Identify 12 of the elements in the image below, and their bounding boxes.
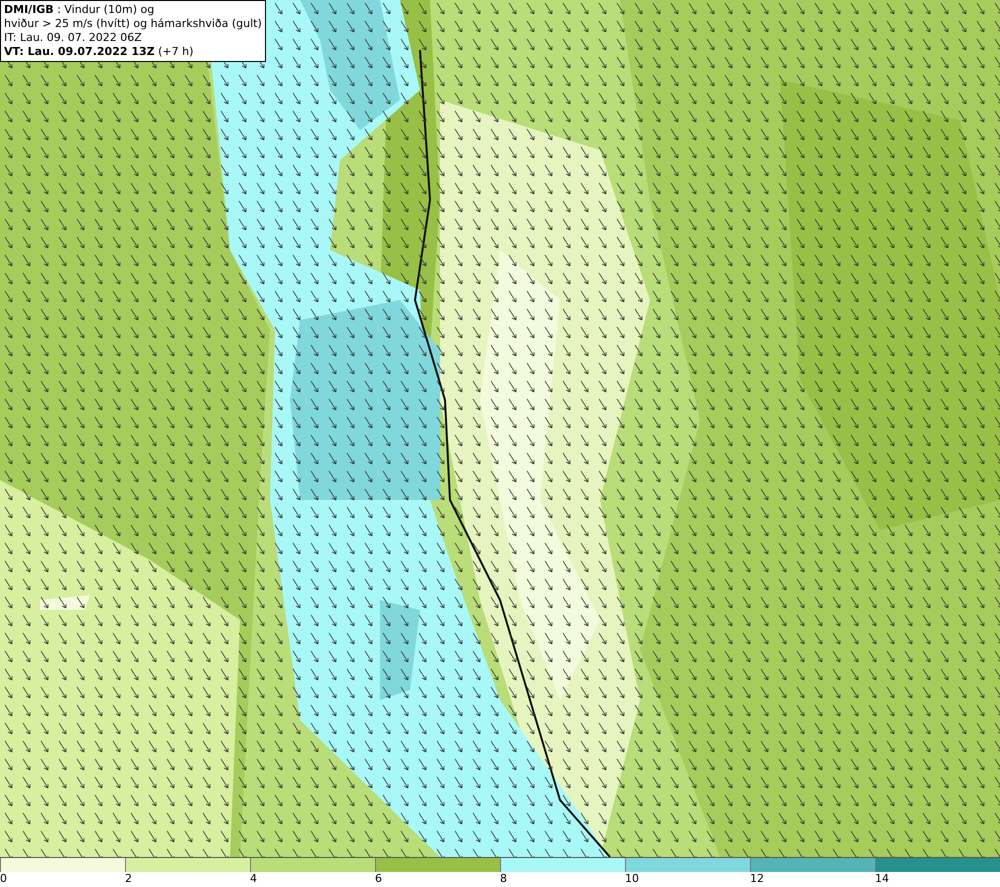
title-line: hviður > 25 m/s (hvítt) og hámarkshviða (gult) [4, 17, 262, 31]
legend-label: 8 [500, 872, 507, 886]
legend-label: 14 [875, 872, 889, 886]
title-line: VT: Lau. 09.07.2022 13Z (+7 h) [4, 45, 194, 59]
legend-label: 0 [0, 872, 7, 886]
legend-label: 12 [750, 872, 764, 886]
legend-label: 6 [375, 872, 382, 886]
legend-label: 10 [625, 872, 639, 886]
legend-label: 4 [250, 872, 257, 886]
legend-label: 2 [125, 872, 132, 886]
title-line: IT: Lau. 09. 07. 2022 06Z [4, 31, 143, 45]
title-line: DMI/IGB : Vindur (10m) og [4, 3, 156, 17]
